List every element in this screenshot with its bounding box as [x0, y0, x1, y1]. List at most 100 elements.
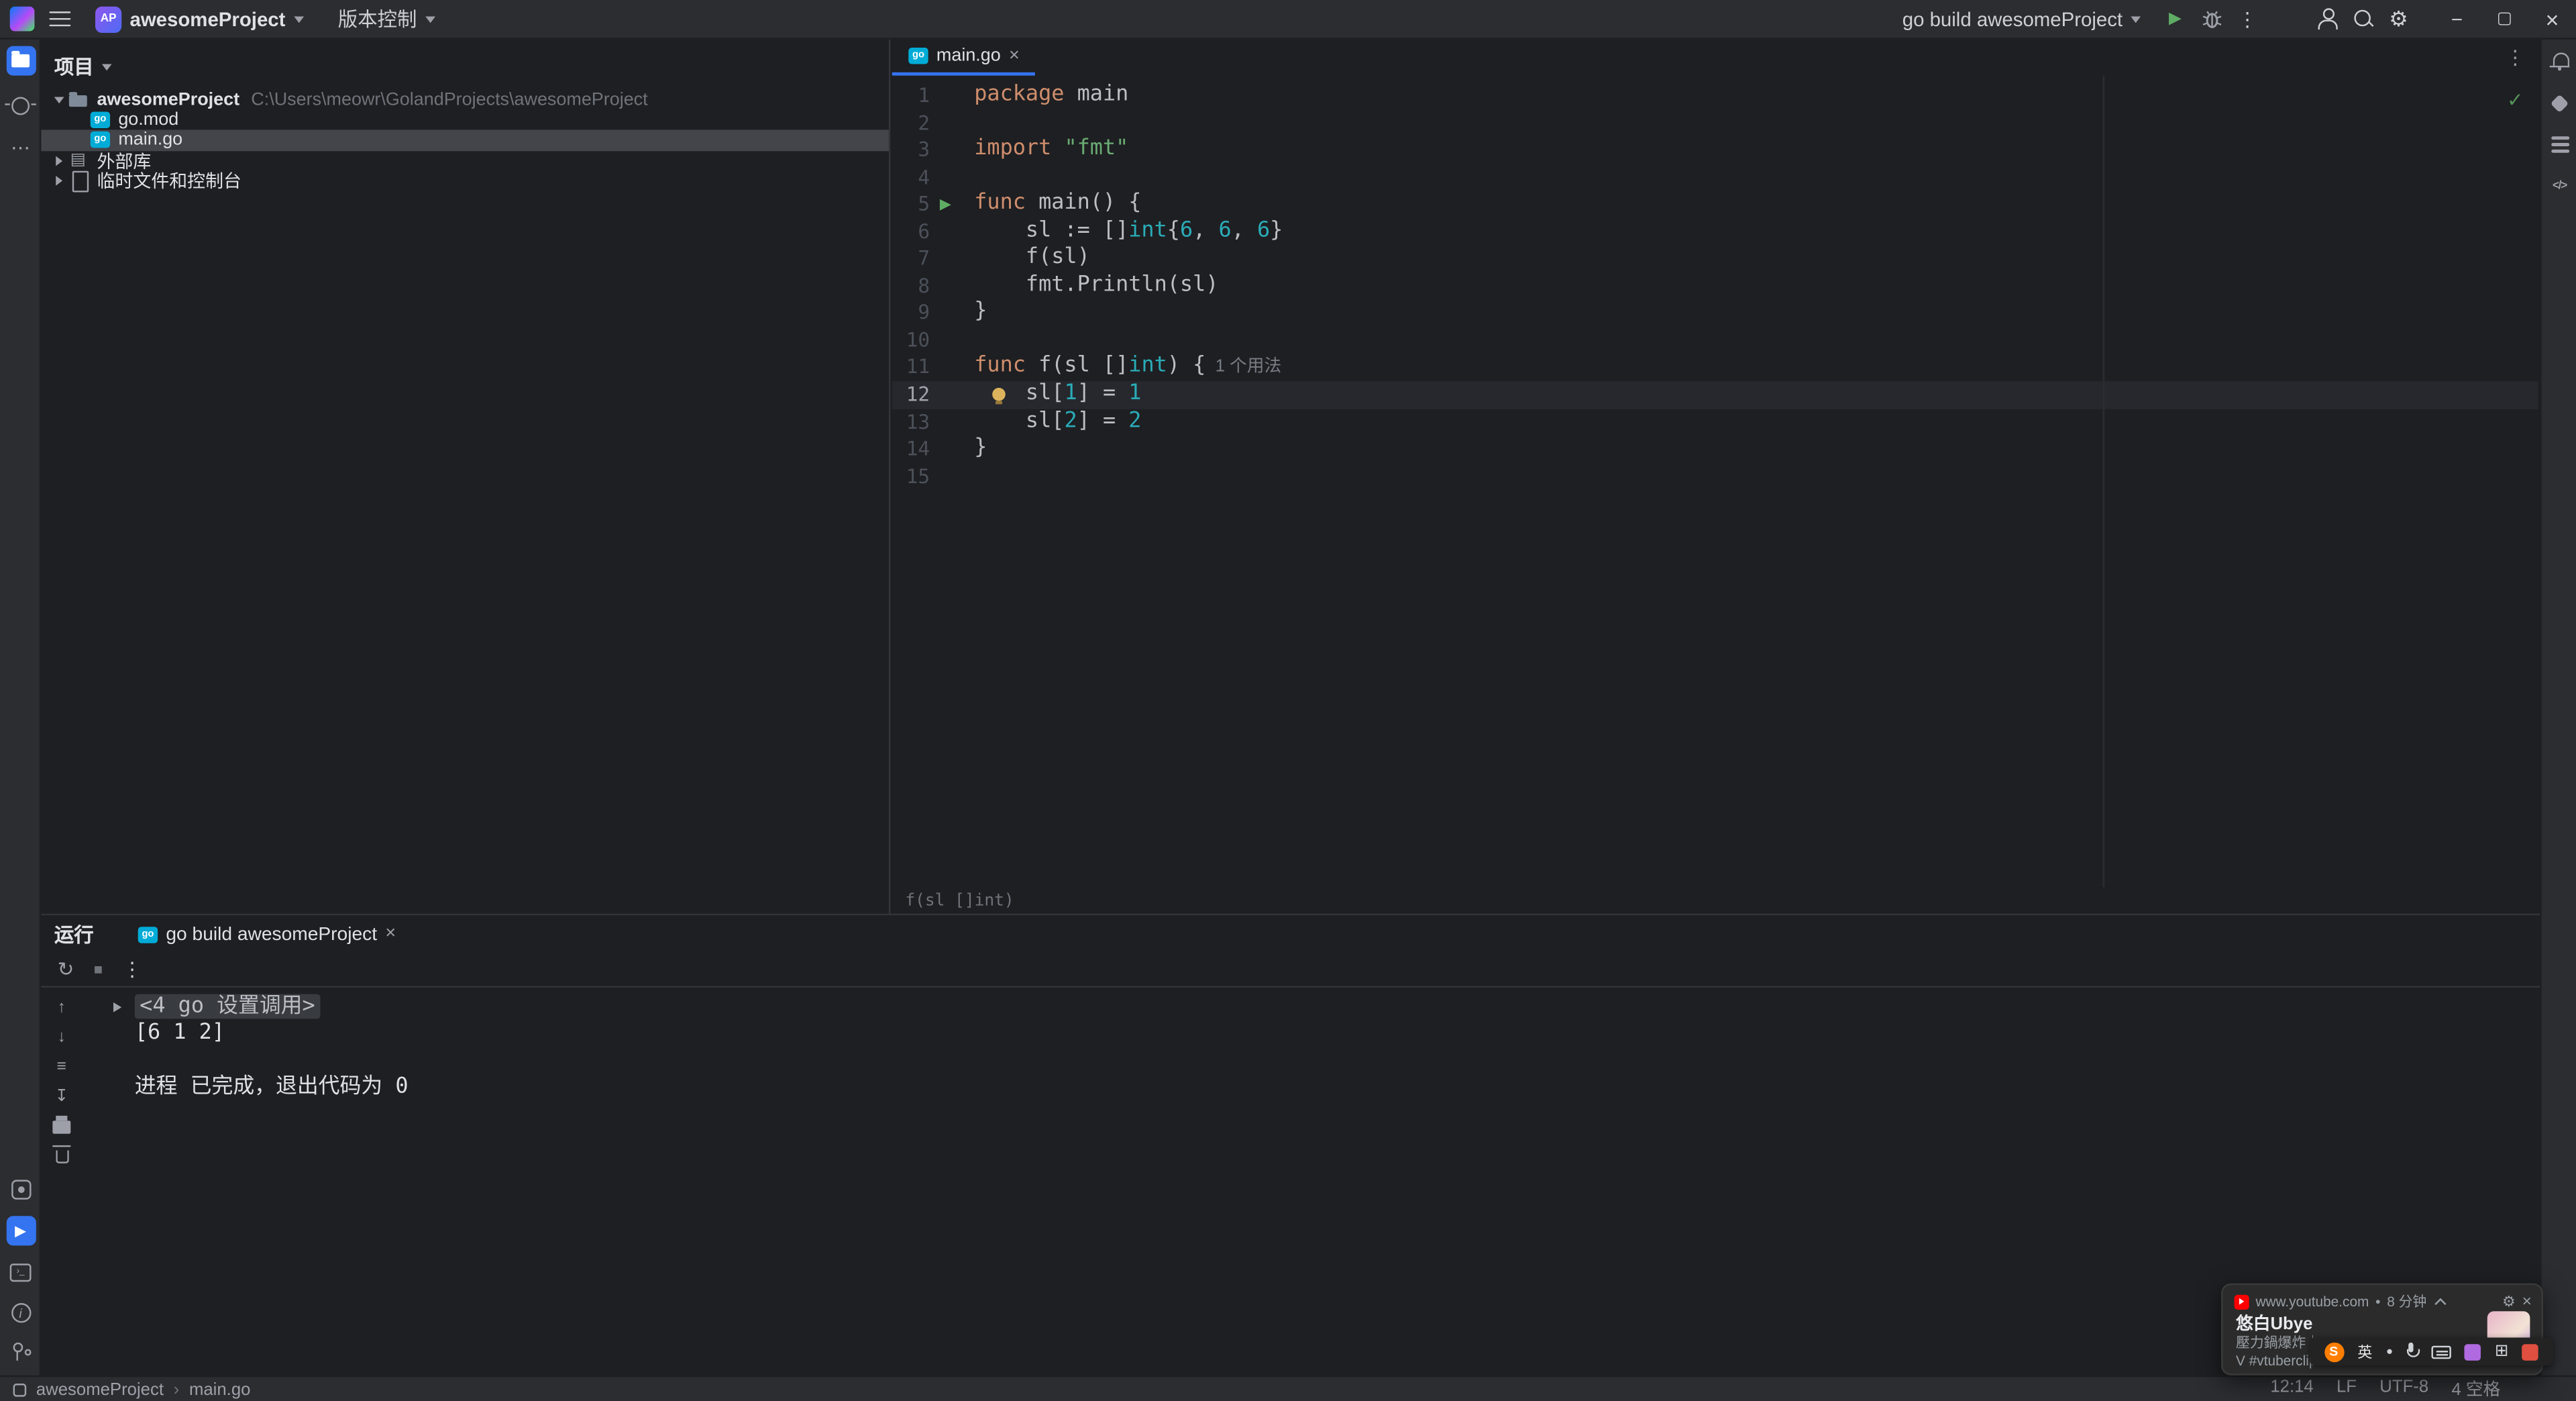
code-line: fmt.Println(sl): [974, 272, 1219, 297]
editor-gutter[interactable]: ▶ 1 2 3 4 5 6 7 8 9 10 11 12 13 14 15: [892, 76, 961, 490]
code-line: f(sl): [974, 245, 1090, 270]
run-config-selector[interactable]: go build awesomeProject: [1902, 7, 2141, 30]
version-control-tool-icon[interactable]: [6, 1337, 36, 1367]
scroll-end-icon[interactable]: ↧: [50, 1086, 73, 1108]
chevron-down-icon: [101, 63, 112, 70]
notification-separator: •: [2375, 1293, 2381, 1310]
code-line: }: [974, 299, 987, 325]
debug-icon[interactable]: [2193, 1, 2229, 37]
code-line: import "fmt": [974, 136, 1129, 162]
go-icon: go: [90, 132, 111, 149]
intention-bulb-icon[interactable]: [992, 387, 1006, 405]
print-icon[interactable]: [50, 1114, 73, 1137]
status-breadcrumbs: awesomeProject › main.go: [36, 1380, 251, 1399]
terminal-tool-icon[interactable]: ›_: [6, 1257, 36, 1286]
status-item[interactable]: UTF-8: [2379, 1377, 2428, 1401]
lang-icon[interactable]: 英: [2357, 1341, 2372, 1362]
endpoints-icon[interactable]: </>: [2548, 174, 2571, 197]
notifications-icon[interactable]: [2548, 49, 2571, 72]
chevron-down-icon: [293, 15, 304, 23]
close-icon[interactable]: [385, 925, 396, 943]
project-badge: AP: [95, 5, 122, 32]
next-occurrence-icon[interactable]: ↓: [50, 1027, 73, 1049]
rerun-icon[interactable]: ↻: [58, 958, 74, 981]
run-gutter-icon[interactable]: ▶: [940, 194, 951, 213]
run-more-options-icon[interactable]: ⋮: [122, 958, 142, 981]
status-item[interactable]: 4 空格: [2451, 1377, 2500, 1401]
editor-tab-main-go[interactable]: go main.go: [892, 40, 1034, 76]
code-line: package main: [974, 82, 1129, 107]
punctuation-icon[interactable]: [2386, 1349, 2392, 1354]
tree-row[interactable]: awesomeProject C:\Users\meowr\GolandProje…: [41, 91, 889, 111]
prev-occurrence-icon[interactable]: ↑: [50, 998, 73, 1019]
chevron-up-icon[interactable]: [2434, 1297, 2447, 1309]
run-tool-icon[interactable]: ▶: [5, 1216, 36, 1246]
project-tool-icon[interactable]: [5, 46, 36, 76]
project-panel-title: 项目: [54, 56, 94, 79]
commit-tool-icon[interactable]: [5, 91, 36, 120]
project-selector[interactable]: AP awesomeProject: [95, 5, 304, 32]
project-panel-header[interactable]: 项目: [41, 40, 889, 89]
close-button[interactable]: [2528, 0, 2576, 39]
search-icon[interactable]: [2345, 1, 2381, 37]
context-function: f(sl []int): [905, 891, 1014, 910]
code-with-me-icon[interactable]: [2308, 1, 2345, 37]
more-tools-icon[interactable]: ⋯: [6, 133, 36, 162]
mic-icon[interactable]: [2405, 1342, 2420, 1361]
notification-settings-icon[interactable]: ⚙: [2502, 1292, 2516, 1310]
emoji-icon[interactable]: [2464, 1343, 2481, 1360]
run-panel-title: 运行: [54, 923, 94, 947]
left-tool-rail: ⋯ ▶ ›_ i: [0, 39, 42, 1376]
status-item[interactable]: LF: [2337, 1377, 2357, 1401]
console-line: [6 1 2]: [134, 1021, 225, 1046]
tab-options-icon[interactable]: ⋮: [2506, 46, 2525, 69]
console-output[interactable]: <4 go 设置调用> [6 1 2] 进程 已完成，退出代码为 0: [82, 988, 2540, 1376]
breadcrumb[interactable]: awesomeProject: [36, 1380, 164, 1399]
toolbox-icon[interactable]: ⊞: [2495, 1343, 2509, 1359]
editor-code[interactable]: package main import "fmt" func main() { sl…: [961, 76, 2538, 490]
services-tool-icon[interactable]: [6, 1175, 36, 1204]
console-line: 进程 已完成，退出代码为 0: [134, 1074, 409, 1100]
problems-tool-icon[interactable]: i: [6, 1298, 36, 1328]
tab-label: main.go: [936, 46, 1001, 66]
code-line: func f(sl []int) { 1 个用法: [974, 354, 1282, 379]
run-tab[interactable]: go go build awesomeProject: [136, 925, 396, 944]
chevron-right-icon[interactable]: [55, 175, 62, 186]
ai-assistant-icon[interactable]: [2548, 92, 2571, 115]
code-line: sl := []int{6, 6, 6}: [974, 218, 1283, 243]
tree-row[interactable]: go go.mod: [41, 111, 889, 131]
project-selector-label: awesomeProject: [129, 7, 286, 31]
close-icon[interactable]: [1009, 47, 1020, 65]
soft-wrap-icon[interactable]: ≡: [50, 1057, 73, 1078]
run-toolbar: ↻ ■ ⋮: [41, 953, 2540, 988]
run-config-label: go build awesomeProject: [1902, 7, 2123, 31]
more-options-icon[interactable]: ⋮: [2229, 1, 2265, 37]
status-item[interactable]: 12:14: [2270, 1377, 2313, 1401]
notification-close-icon[interactable]: ×: [2522, 1292, 2532, 1310]
tree-row[interactable]: go main.go: [41, 130, 889, 151]
clear-icon[interactable]: [50, 1145, 73, 1167]
editor-area: go main.go ⋮ ▶ 123456789101112131415 pac…: [892, 39, 2538, 914]
editor-body[interactable]: ▶ 1 2 3 4 5 6 7 8 9 10 11 12 13 14 15 package main impo…: [892, 75, 2538, 888]
database-icon[interactable]: [2548, 133, 2571, 156]
fold-icon[interactable]: [113, 1002, 122, 1013]
skin-icon[interactable]: [2522, 1343, 2539, 1360]
breadcrumb[interactable]: main.go: [189, 1380, 250, 1399]
maximize-button[interactable]: [2481, 0, 2528, 39]
sogou-logo-icon[interactable]: S: [2324, 1341, 2344, 1361]
notification-time: 8 分钟: [2387, 1293, 2427, 1310]
goland-logo: [9, 6, 35, 32]
tree-row[interactable]: 临时文件和控制台: [41, 170, 889, 193]
chevron-right-icon[interactable]: [55, 155, 62, 166]
keyboard-icon[interactable]: [2430, 1345, 2451, 1359]
inspections-ok-icon[interactable]: ✓: [2507, 89, 2524, 111]
vcs-widget[interactable]: 版本控制: [338, 5, 435, 33]
chevron-down-icon[interactable]: [53, 97, 64, 104]
stop-icon[interactable]: ■: [94, 962, 103, 978]
run-button[interactable]: ▶: [2157, 1, 2194, 37]
folder-icon: [67, 91, 89, 109]
minimize-button[interactable]: [2433, 0, 2481, 39]
settings-icon[interactable]: ⚙: [2381, 1, 2417, 37]
main-menu-icon[interactable]: [49, 11, 71, 27]
